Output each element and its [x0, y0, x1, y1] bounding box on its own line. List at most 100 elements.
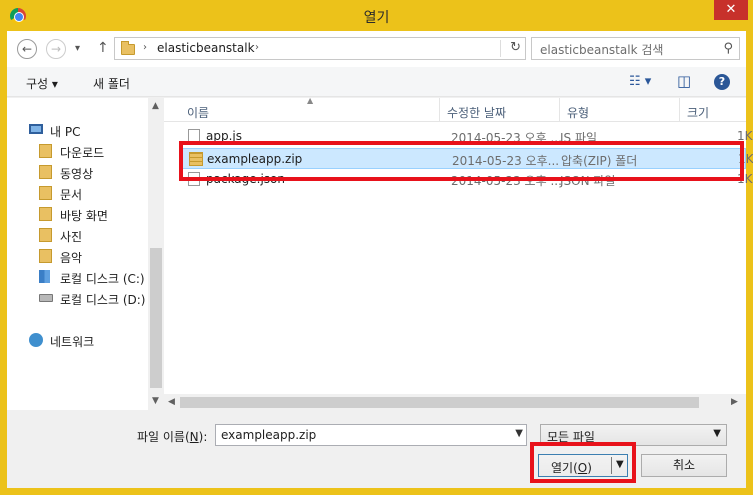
tree-item-label: 사진	[60, 230, 83, 244]
file-date: 2014-05-23 오후...	[452, 154, 560, 168]
filename-area: 파일 이름(N): exampleapp.zip ▼ 모든 파일 ▼ 열기(O)…	[7, 411, 746, 488]
navigation-scrollbar[interactable]: ▲ ▼	[148, 98, 164, 410]
filename-label-accesskey: N	[189, 430, 199, 444]
title-bar: 열기 ✕	[0, 0, 753, 32]
open-button-divider	[611, 457, 612, 474]
chevron-down-icon[interactable]: ▼	[713, 428, 721, 439]
file-row-selected[interactable]: exampleapp.zip 2014-05-23 오후... 압축(ZIP) …	[182, 148, 753, 169]
scroll-left-icon[interactable]: ◀	[168, 397, 175, 407]
view-options-icon[interactable]: ☷ ▾	[629, 74, 651, 89]
zip-folder-icon	[189, 152, 203, 166]
open-button-accesskey[interactable]: O	[578, 461, 587, 475]
file-row[interactable]: app.js 2014-05-23 오후 ... JS 파일 1K	[182, 126, 753, 147]
file-row[interactable]: package.json 2014-05-23 오후 ... JSON 파일 1…	[182, 169, 753, 190]
filename-input[interactable]: exampleapp.zip ▼	[215, 424, 527, 446]
file-date: 2014-05-23 오후 ...	[451, 174, 562, 188]
chevron-down-icon[interactable]: ▼	[515, 428, 523, 439]
sort-ascending-icon: ▲	[307, 96, 314, 105]
desktop-icon	[39, 207, 52, 221]
tree-item-label: 로컬 디스크 (D:)	[60, 293, 146, 307]
new-folder-button[interactable]: 새 폴더	[93, 75, 130, 92]
file-size: 1K	[737, 129, 753, 143]
file-name: package.json	[206, 172, 286, 186]
preview-pane-icon[interactable]: ◫	[677, 72, 691, 90]
folder-icon	[121, 41, 135, 55]
tree-item-label: 음악	[60, 251, 83, 265]
search-icon[interactable]: ⚲	[723, 41, 733, 56]
tree-item-label: 바탕 화면	[60, 209, 108, 223]
tree-item-label: 로컬 디스크 (C:)	[60, 272, 145, 286]
up-button[interactable]: ↑	[97, 40, 109, 56]
dialog-body: ← → ▾ ↑ › elasticbeanstalk › ↻ elasticbe…	[7, 31, 753, 488]
scrollbar-thumb[interactable]	[180, 397, 699, 408]
file-list-pane: ▲ 이름 수정한 날짜 유형 크기 app.js 2014-05-23 오후 .…	[164, 96, 753, 410]
documents-icon	[39, 186, 52, 200]
cancel-button[interactable]: 취소	[641, 454, 727, 477]
scroll-down-icon[interactable]: ▼	[152, 396, 159, 406]
pictures-icon	[39, 228, 52, 242]
file-name: exampleapp.zip	[207, 152, 303, 166]
scroll-up-icon[interactable]: ▲	[152, 101, 159, 111]
tree-item-label: 네트워크	[50, 335, 95, 349]
downloads-icon	[39, 144, 52, 158]
address-divider	[500, 40, 501, 57]
horizontal-scrollbar[interactable]: ◀ ▶	[164, 394, 746, 411]
search-input[interactable]: elasticbeanstalk 검색 ⚲	[531, 37, 740, 60]
close-button[interactable]: ✕	[714, 0, 748, 20]
back-button[interactable]: ←	[17, 39, 37, 59]
column-header-size[interactable]: 크기	[687, 104, 709, 121]
scroll-right-icon[interactable]: ▶	[731, 397, 738, 407]
column-header-row: ▲ 이름 수정한 날짜 유형 크기	[164, 96, 746, 122]
tree-item-label: 내 PC	[50, 125, 81, 139]
address-path[interactable]: elasticbeanstalk	[157, 41, 255, 55]
column-divider[interactable]	[559, 98, 560, 122]
organize-button[interactable]: 구성 ▾	[26, 75, 58, 92]
search-placeholder[interactable]: elasticbeanstalk 검색	[540, 41, 663, 58]
open-button-text[interactable]: )	[587, 461, 592, 475]
file-type-value[interactable]: 모든 파일	[547, 428, 595, 445]
network-icon	[29, 333, 43, 347]
pc-icon	[29, 124, 43, 134]
drive-d-icon	[39, 294, 53, 302]
file-type-select[interactable]: 모든 파일 ▼	[540, 424, 727, 446]
scrollbar-thumb[interactable]	[150, 248, 162, 388]
column-divider[interactable]	[439, 98, 440, 122]
command-toolbar: 구성 ▾ 새 폴더 ☷ ▾ ◫ ?	[7, 67, 746, 97]
filename-label: 파일 이름(N):	[137, 428, 207, 445]
filename-label-text: ):	[198, 430, 208, 444]
file-type: 압축(ZIP) 폴더	[561, 154, 638, 168]
file-name: app.js	[206, 129, 242, 143]
column-header-type[interactable]: 유형	[567, 104, 589, 121]
filename-label-text: 파일 이름(	[137, 430, 190, 444]
column-header-date[interactable]: 수정한 날짜	[447, 104, 506, 121]
file-size: 1K	[738, 152, 753, 166]
refresh-icon[interactable]: ↻	[510, 40, 521, 55]
json-file-icon	[188, 172, 200, 186]
file-open-dialog: 열기 ✕ ← → ▾ ↑ › elasticbeanstalk › ↻ elas…	[0, 0, 753, 495]
address-chevron-icon[interactable]: ›	[255, 42, 259, 53]
dialog-title: 열기	[363, 10, 390, 26]
file-size: 1K	[737, 172, 753, 186]
recent-locations-dropdown[interactable]: ▾	[75, 43, 80, 54]
music-icon	[39, 249, 52, 263]
open-button-label[interactable]: 열기(O)	[551, 459, 592, 476]
filename-value[interactable]: exampleapp.zip	[221, 428, 316, 442]
file-date: 2014-05-23 오후 ...	[451, 131, 562, 145]
tree-item-label: 문서	[60, 188, 83, 202]
open-button-text[interactable]: 열기(	[551, 461, 578, 475]
drive-c-icon	[39, 270, 50, 283]
file-type: JS 파일	[560, 131, 598, 145]
column-header-name[interactable]: 이름	[187, 104, 209, 121]
file-type: JSON 파일	[560, 174, 616, 188]
address-chevron-icon[interactable]: ›	[143, 42, 147, 53]
address-bar[interactable]: › elasticbeanstalk › ↻	[114, 37, 526, 60]
column-divider[interactable]	[679, 98, 680, 122]
videos-icon	[39, 165, 52, 179]
chevron-down-icon[interactable]: ▼	[616, 459, 624, 470]
help-icon[interactable]: ?	[714, 74, 730, 90]
tree-item-label: 동영상	[60, 167, 94, 181]
open-button[interactable]: 열기(O) ▼	[538, 454, 628, 477]
forward-button[interactable]: →	[46, 39, 66, 59]
tree-item-label: 다운로드	[60, 146, 105, 160]
navigation-pane: 내 PC 다운로드 동영상 문서 바탕 화면 사진 음악 로컬 디스크 (C:)…	[7, 98, 164, 410]
